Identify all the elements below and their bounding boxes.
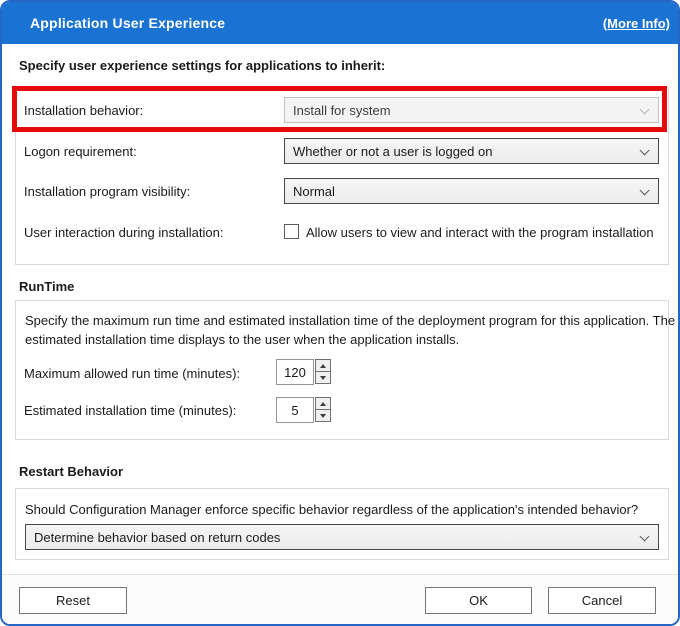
restart-behavior-value: Determine behavior based on return codes [34, 529, 281, 545]
restart-behavior-question: Should Configuration Manager enforce spe… [25, 502, 639, 517]
spin-down-button[interactable] [315, 371, 331, 384]
reset-button[interactable]: Reset [19, 587, 127, 614]
program-visibility-value: Normal [293, 183, 335, 199]
est-install-time-spinner [276, 397, 331, 423]
max-run-time-spinner [276, 359, 331, 385]
installation-behavior-label: Installation behavior: [24, 103, 144, 118]
arrow-up-icon [320, 401, 326, 406]
chevron-down-icon [639, 145, 650, 156]
installation-behavior-dropdown[interactable]: Install for system [284, 97, 659, 123]
runtime-heading: RunTime [19, 279, 75, 294]
chevron-down-icon [639, 185, 650, 196]
application-user-experience-dialog: Application User Experience (More Info) … [0, 0, 680, 626]
arrow-up-icon [320, 363, 326, 368]
est-install-time-input[interactable] [276, 397, 314, 423]
max-run-time-spin-buttons [315, 359, 331, 385]
chevron-down-icon [639, 531, 650, 542]
restart-behavior-heading: Restart Behavior [19, 464, 124, 479]
runtime-description-line2: estimated installation time displays to … [25, 332, 460, 347]
dialog-title: Application User Experience [30, 15, 226, 31]
more-info-link[interactable]: (More Info) [603, 16, 670, 31]
spin-down-button[interactable] [315, 409, 331, 422]
logon-requirement-value: Whether or not a user is logged on [293, 143, 493, 159]
allow-user-interaction-checkbox[interactable] [284, 224, 299, 239]
est-install-time-spin-buttons [315, 397, 331, 423]
arrow-down-icon [320, 413, 326, 418]
intro-text: Specify user experience settings for app… [19, 58, 386, 73]
program-visibility-label: Installation program visibility: [24, 184, 191, 199]
max-run-time-input[interactable] [276, 359, 314, 385]
chevron-down-icon [639, 104, 650, 115]
ok-button[interactable]: OK [425, 587, 532, 614]
max-run-time-label: Maximum allowed run time (minutes): [24, 366, 241, 381]
runtime-description-line1: Specify the maximum run time and estimat… [25, 313, 676, 328]
allow-user-interaction-checkbox-label[interactable]: Allow users to view and interact with th… [306, 225, 654, 240]
est-install-time-label: Estimated installation time (minutes): [24, 403, 237, 418]
program-visibility-dropdown[interactable]: Normal [284, 178, 659, 204]
arrow-down-icon [320, 375, 326, 380]
logon-requirement-dropdown[interactable]: Whether or not a user is logged on [284, 138, 659, 164]
dialog-footer: Reset OK Cancel [2, 574, 678, 624]
user-interaction-label: User interaction during installation: [24, 225, 224, 240]
dialog-header: Application User Experience (More Info) [2, 2, 678, 44]
restart-behavior-dropdown[interactable]: Determine behavior based on return codes [25, 524, 659, 550]
logon-requirement-label: Logon requirement: [24, 144, 137, 159]
installation-behavior-value: Install for system [293, 102, 391, 118]
cancel-button[interactable]: Cancel [548, 587, 656, 614]
